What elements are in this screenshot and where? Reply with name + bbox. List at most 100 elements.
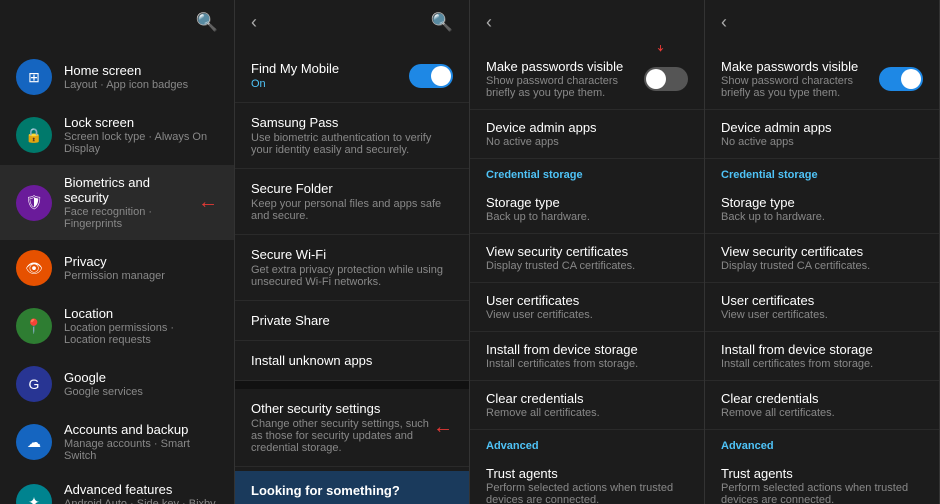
- bio-item-secure-folder[interactable]: Secure Folder Keep your personal files a…: [235, 169, 469, 235]
- back-icon[interactable]: ‹: [486, 12, 492, 33]
- sec-item-sub-storage-type: Back up to hardware.: [486, 211, 680, 223]
- bio-item-text-install-unknown: Install unknown apps: [251, 353, 453, 368]
- sec-item-device-admin[interactable]: Device admin apps No active apps: [470, 110, 704, 159]
- section-label: Credential storage: [470, 159, 704, 185]
- sec-item-sub-user-certs: View user certificates.: [721, 309, 915, 321]
- sec-item-text-make-passwords: Make passwords visible Show password cha…: [721, 59, 879, 99]
- item-subtitle-privacy: Permission manager: [64, 270, 218, 282]
- sec-item-storage-type[interactable]: Storage type Back up to hardware.: [470, 185, 704, 234]
- item-subtitle-advanced: Android Auto · Side key · Bixby Routines: [64, 498, 218, 504]
- bio-item-install-unknown[interactable]: Install unknown apps: [235, 341, 469, 381]
- bio-item-text-secure-folder: Secure Folder Keep your personal files a…: [251, 181, 453, 222]
- toggle-make-passwords[interactable]: [879, 67, 923, 91]
- bio-item-row-secure-folder: Secure Folder Keep your personal files a…: [251, 181, 453, 222]
- toggle-make-passwords[interactable]: [644, 67, 688, 91]
- item-text-location: Location Location permissions · Location…: [64, 306, 218, 346]
- bio-item-text-secure-wifi: Secure Wi-Fi Get extra privacy protectio…: [251, 247, 453, 288]
- item-title-google: Google: [64, 370, 218, 385]
- looking-title: Looking for something?: [251, 483, 453, 498]
- security-list-4: Make passwords visible Show password cha…: [705, 45, 939, 504]
- sec-item-title-device-admin: Device admin apps: [486, 120, 680, 135]
- sec-item-trust-agents[interactable]: Trust agents Perform selected actions wh…: [470, 456, 704, 504]
- bio-item-text-find-mobile: Find My Mobile On: [251, 61, 409, 90]
- security-list-3: ↓ Make passwords visible Show password c…: [470, 45, 704, 504]
- sec-item-clear-creds[interactable]: Clear credentials Remove all certificate…: [705, 381, 939, 430]
- sec-item-device-admin[interactable]: Device admin apps No active apps: [705, 110, 939, 159]
- sidebar-item-home-screen[interactable]: ⊞ Home screen Layout · App icon badges: [0, 49, 234, 105]
- sec-item-sub-user-certs: View user certificates.: [486, 309, 680, 321]
- sec-item-row-view-certs: View security certificates Display trust…: [486, 244, 688, 272]
- bio-item-samsung-pass[interactable]: Samsung Pass Use biometric authenticatio…: [235, 103, 469, 169]
- sec-item-text-make-passwords: Make passwords visible Show password cha…: [486, 59, 644, 99]
- bio-item-title-samsung-pass: Samsung Pass: [251, 115, 453, 130]
- sidebar-item-privacy[interactable]: 👁 Privacy Permission manager: [0, 240, 234, 296]
- sidebar-item-lock-screen[interactable]: 🔒 Lock screen Screen lock type · Always …: [0, 105, 234, 165]
- sec-item-view-certs[interactable]: View security certificates Display trust…: [470, 234, 704, 283]
- bio-item-sub-samsung-pass: Use biometric authentication to verify y…: [251, 132, 453, 156]
- sec-item-install-storage[interactable]: Install from device storage Install cert…: [470, 332, 704, 381]
- search-icon[interactable]: 🔍: [196, 12, 218, 33]
- item-icon-accounts: ☁: [16, 424, 52, 460]
- sec-item-user-certs[interactable]: User certificates View user certificates…: [470, 283, 704, 332]
- sec-item-title-view-certs: View security certificates: [486, 244, 680, 259]
- item-title-biometrics: Biometrics and security: [64, 175, 194, 205]
- sidebar-item-location[interactable]: 📍 Location Location permissions · Locati…: [0, 296, 234, 356]
- bio-item-row-other-security: Other security settings Change other sec…: [251, 401, 453, 454]
- sec-item-install-storage[interactable]: Install from device storage Install cert…: [705, 332, 939, 381]
- bio-item-other-security[interactable]: Other security settings Change other sec…: [235, 389, 469, 467]
- toggle-find-mobile[interactable]: [409, 64, 453, 88]
- sec-item-row-trust-agents: Trust agents Perform selected actions wh…: [486, 466, 688, 504]
- security-header-3: ‹: [470, 0, 704, 45]
- item-title-home-screen: Home screen: [64, 63, 218, 78]
- sec-item-title-make-passwords: Make passwords visible: [721, 59, 871, 74]
- bio-item-title-private-share: Private Share: [251, 313, 453, 328]
- sec-item-text-storage-type: Storage type Back up to hardware.: [721, 195, 923, 223]
- item-subtitle-lock-screen: Screen lock type · Always On Display: [64, 131, 218, 155]
- item-icon-privacy: 👁: [16, 250, 52, 286]
- bio-item-title-secure-wifi: Secure Wi-Fi: [251, 247, 453, 262]
- item-subtitle-biometrics: Face recognition · Fingerprints: [64, 206, 194, 230]
- sidebar-item-accounts[interactable]: ☁ Accounts and backup Manage accounts · …: [0, 412, 234, 472]
- bio-item-text-samsung-pass: Samsung Pass Use biometric authenticatio…: [251, 115, 453, 156]
- sec-item-view-certs[interactable]: View security certificates Display trust…: [705, 234, 939, 283]
- bio-item-title-other-security: Other security settings: [251, 401, 429, 416]
- looking-section: Looking for something?Screen lock typeBa…: [235, 471, 469, 504]
- sec-item-make-passwords[interactable]: ↓ Make passwords visible Show password c…: [470, 49, 704, 110]
- sec-item-text-install-storage: Install from device storage Install cert…: [486, 342, 688, 370]
- sidebar-item-biometrics[interactable]: 🛡 Biometrics and security Face recogniti…: [0, 165, 234, 240]
- sidebar-item-google[interactable]: G Google Google services: [0, 356, 234, 412]
- section-label: Credential storage: [705, 159, 939, 185]
- sec-item-clear-creds[interactable]: Clear credentials Remove all certificate…: [470, 381, 704, 430]
- item-text-biometrics: Biometrics and security Face recognition…: [64, 175, 194, 230]
- back-icon[interactable]: ‹: [251, 12, 257, 33]
- item-title-privacy: Privacy: [64, 254, 218, 269]
- sec-item-title-trust-agents: Trust agents: [486, 466, 680, 481]
- settings-header: 🔍: [0, 0, 234, 45]
- sec-item-make-passwords[interactable]: Make passwords visible Show password cha…: [705, 49, 939, 110]
- sec-item-title-storage-type: Storage type: [721, 195, 915, 210]
- bio-item-row-samsung-pass: Samsung Pass Use biometric authenticatio…: [251, 115, 453, 156]
- sec-item-text-storage-type: Storage type Back up to hardware.: [486, 195, 688, 223]
- item-icon-advanced: ✦: [16, 484, 52, 504]
- sec-item-text-clear-creds: Clear credentials Remove all certificate…: [486, 391, 688, 419]
- sec-item-text-device-admin: Device admin apps No active apps: [721, 120, 923, 148]
- sec-item-storage-type[interactable]: Storage type Back up to hardware.: [705, 185, 939, 234]
- bio-item-private-share[interactable]: Private Share: [235, 301, 469, 341]
- sec-item-title-clear-creds: Clear credentials: [486, 391, 680, 406]
- back-icon[interactable]: ‹: [721, 12, 727, 33]
- bio-item-secure-wifi[interactable]: Secure Wi-Fi Get extra privacy protectio…: [235, 235, 469, 301]
- bio-item-text-private-share: Private Share: [251, 313, 453, 328]
- sec-item-title-install-storage: Install from device storage: [486, 342, 680, 357]
- item-icon-biometrics: 🛡: [16, 185, 52, 221]
- sec-item-trust-agents[interactable]: Trust agents Perform selected actions wh…: [705, 456, 939, 504]
- bio-item-find-mobile[interactable]: Find My Mobile On: [235, 49, 469, 103]
- search-icon[interactable]: 🔍: [431, 12, 453, 33]
- sidebar-item-advanced[interactable]: ✦ Advanced features Android Auto · Side …: [0, 472, 234, 504]
- bio-item-text-other-security: Other security settings Change other sec…: [251, 401, 429, 454]
- sec-item-sub-storage-type: Back up to hardware.: [721, 211, 915, 223]
- sec-item-row-storage-type: Storage type Back up to hardware.: [486, 195, 688, 223]
- sec-item-sub-trust-agents: Perform selected actions when trusted de…: [721, 482, 915, 504]
- sec-item-sub-make-passwords: Show password characters briefly as you …: [721, 75, 871, 99]
- sec-item-title-make-passwords: Make passwords visible: [486, 59, 636, 74]
- sec-item-user-certs[interactable]: User certificates View user certificates…: [705, 283, 939, 332]
